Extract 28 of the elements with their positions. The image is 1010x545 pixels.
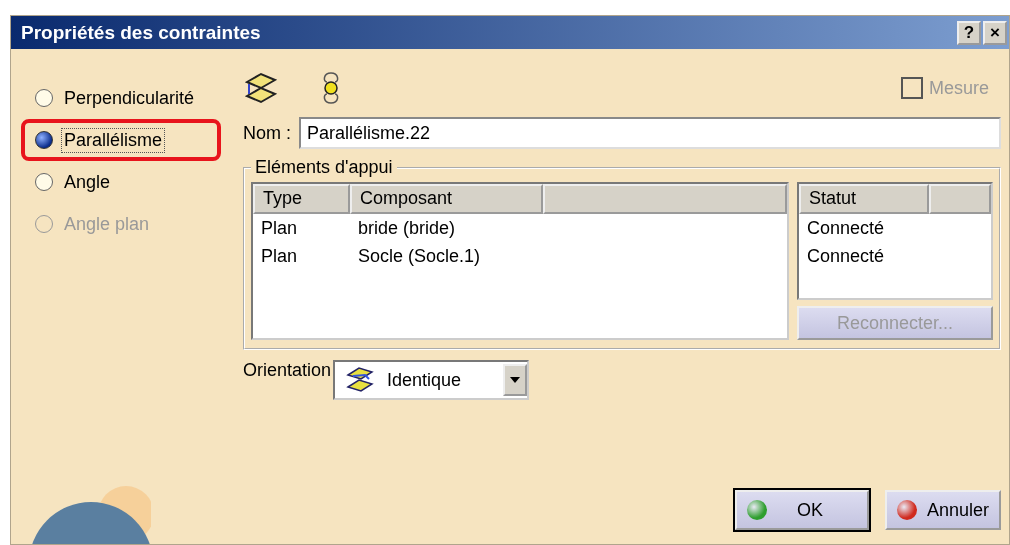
radio-label[interactable]: Angle (61, 169, 114, 195)
radio-label[interactable]: Parallélisme (61, 127, 166, 153)
radio-label[interactable]: Perpendicularité (61, 85, 198, 111)
radio-button[interactable] (35, 89, 53, 107)
table-cell-text: Plan (260, 245, 299, 267)
name-field[interactable]: Parallélisme.22 (299, 117, 1001, 149)
radio-button[interactable] (35, 173, 53, 191)
cancel-button[interactable]: Annuler (884, 490, 1001, 530)
help-button[interactable]: ? (957, 20, 981, 45)
table-cell-text: bride (bride) (357, 217, 457, 239)
field-label: Nom : (243, 122, 291, 144)
column-header[interactable]: Type (253, 184, 350, 214)
radio-button[interactable] (35, 131, 53, 149)
parallel-planes-icon[interactable] (243, 70, 279, 106)
planes-icon (345, 365, 376, 395)
column-header[interactable]: Composant (350, 184, 543, 214)
column-header[interactable]: Statut (799, 184, 929, 214)
window-title: Propriétés des contraintes (21, 21, 262, 44)
table-cell-text: Plan (260, 217, 299, 239)
field-label: Orientation (243, 360, 332, 381)
caret-icon[interactable] (503, 364, 528, 396)
table-cell-text: Connecté (806, 217, 886, 239)
table-cell-text: Connecté (806, 245, 886, 267)
ok-button[interactable]: OK (734, 490, 869, 530)
close-button[interactable]: × (983, 20, 1007, 45)
group-title: Eléments d'appui (254, 157, 394, 178)
table-cell-text: Socle (Socle.1) (357, 245, 482, 267)
orientation-dropdown[interactable]: Identique (333, 360, 530, 400)
